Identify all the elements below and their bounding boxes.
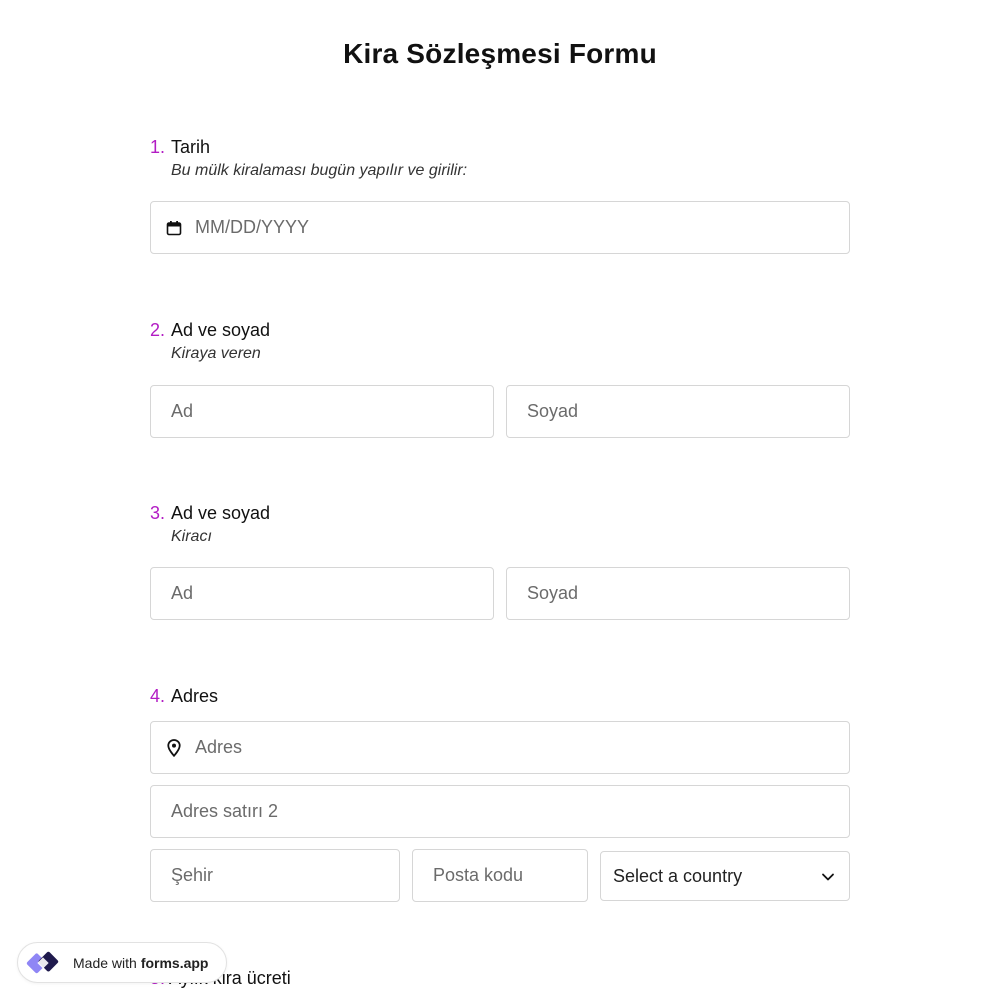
chevron-down-icon <box>821 866 835 887</box>
question-label: Tarih <box>171 137 211 157</box>
date-input[interactable]: MM/DD/YYYY <box>150 201 850 254</box>
tenant-first-name-input[interactable]: Ad <box>150 567 494 620</box>
country-select-value: Select a country <box>613 865 743 886</box>
question-description: Kiraya veren <box>171 345 261 362</box>
question-number: 2. <box>150 320 166 340</box>
question-description: Kiracı <box>171 528 212 545</box>
city-placeholder: Şehir <box>171 865 214 885</box>
postal-code-placeholder: Posta kodu <box>433 865 524 885</box>
address-input[interactable]: Adres <box>150 721 850 774</box>
question-label: Ad ve soyad <box>171 320 271 340</box>
calendar-icon <box>165 219 183 237</box>
form-title: Kira Sözleşmesi Formu <box>343 38 657 69</box>
forms-app-brand: forms.app <box>140 954 209 971</box>
made-with-text: Made with <box>73 954 137 971</box>
question-label: Adres <box>171 686 219 706</box>
question-number: 3. <box>150 503 166 523</box>
question-number: 4. <box>150 686 166 706</box>
question-label: Ad ve soyad <box>171 503 271 523</box>
first-name-placeholder: Ad <box>171 401 194 421</box>
city-input[interactable]: Şehir <box>150 849 400 902</box>
date-placeholder: MM/DD/YYYY <box>195 217 310 237</box>
made-with-forms-app-badge[interactable]: Made with forms.app <box>17 942 227 983</box>
landlord-last-name-input[interactable]: Soyad <box>506 385 850 438</box>
location-pin-icon <box>165 738 183 757</box>
question-tenant-name: 3. Ad ve soyad Kiracı <box>150 503 850 546</box>
question-landlord-name: 2. Ad ve soyad Kiraya veren <box>150 320 850 363</box>
country-select[interactable]: Select a country <box>600 851 850 901</box>
address-line2-input[interactable]: Adres satırı 2 <box>150 785 850 838</box>
postal-code-input[interactable]: Posta kodu <box>412 849 588 902</box>
address-placeholder: Adres <box>195 737 243 757</box>
question-description: Bu mülk kiralaması bugün yapılır ve giri… <box>171 162 468 179</box>
question-date: 1. Tarih Bu mülk kiralaması bugün yapılı… <box>150 137 850 180</box>
last-name-placeholder: Soyad <box>527 401 579 421</box>
last-name-placeholder: Soyad <box>527 583 579 603</box>
form-page: Kira Sözleşmesi Formu 1. Tarih Bu mülk k… <box>0 0 1000 1000</box>
question-address: 4. Adres <box>150 686 850 708</box>
landlord-first-name-input[interactable]: Ad <box>150 385 494 438</box>
question-number: 1. <box>150 137 166 157</box>
address-line2-placeholder: Adres satırı 2 <box>171 801 279 821</box>
first-name-placeholder: Ad <box>171 583 194 603</box>
forms-app-logo-icon <box>26 951 59 973</box>
tenant-last-name-input[interactable]: Soyad <box>506 567 850 620</box>
